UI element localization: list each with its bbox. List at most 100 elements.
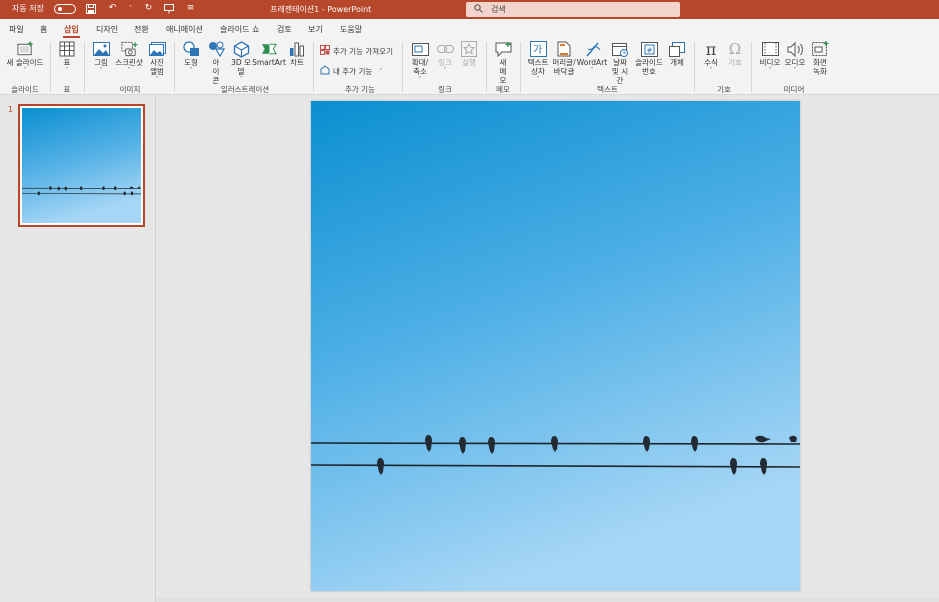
object-label: 개체 — [670, 58, 684, 67]
dropdown-caret-icon: ˅ — [379, 67, 383, 75]
object-button[interactable]: 개체 — [666, 41, 688, 67]
pi-icon: π — [705, 39, 717, 59]
redo-icon[interactable]: ↻ — [143, 3, 154, 14]
tab-animations[interactable]: 애니메이션 — [166, 24, 203, 35]
autosave-toggle[interactable] — [53, 3, 76, 14]
dropdown-caret-icon: ˅ — [155, 76, 159, 83]
dropdown-caret-icon[interactable]: ˅ — [128, 3, 133, 14]
dropdown-caret-icon: ˅ — [99, 67, 103, 74]
shapes-button[interactable]: 도형 ˅ — [180, 41, 202, 74]
store-icon — [320, 45, 330, 57]
textbox-icon: 가 — [529, 41, 547, 57]
new-slide-button[interactable]: 새 슬라이드 ˅ — [5, 41, 45, 74]
undo-icon[interactable]: ↶ — [107, 3, 118, 14]
symbol-button[interactable]: Ω 기호 — [725, 41, 745, 67]
svg-text:가: 가 — [533, 44, 542, 56]
group-divider — [402, 42, 403, 92]
video-label: 비디오 — [759, 58, 781, 67]
3d-models-button[interactable]: 3D 모델 ˅ — [229, 40, 253, 83]
zoom-label: 확대/축소 — [411, 58, 429, 76]
screen-recording-button[interactable]: 화면 녹화 — [809, 41, 831, 76]
date-time-button[interactable]: 날짜 및 시간 — [607, 41, 633, 85]
new-comment-label: 새 메모 — [499, 58, 507, 85]
title-bar: 자동 저장 ↶ ˅ ↻ ≡ 프레젠테이션1 - PowerPoint 검색 — [0, 0, 939, 19]
save-icon[interactable] — [86, 3, 97, 14]
dropdown-caret-icon: ˅ — [23, 67, 27, 74]
slide-thumbnail-pane: 1 — [0, 96, 156, 602]
tab-help[interactable]: 도움말 — [340, 24, 362, 35]
new-slide-icon — [16, 41, 34, 57]
group-label-images: 이미지 — [119, 85, 141, 94]
photo-album-button[interactable]: 사진 앨범 ˅ — [145, 41, 169, 83]
icons-button[interactable]: 아이콘 — [205, 41, 227, 85]
present-icon[interactable] — [164, 3, 175, 14]
shapes-label: 도형 — [184, 58, 198, 67]
symbol-label: 기호 — [728, 58, 742, 67]
group-label-text: 텍스트 — [597, 85, 618, 94]
tab-insert[interactable]: 삽입 — [63, 24, 80, 38]
shapes-icon — [182, 41, 200, 57]
chart-label: 차트 — [290, 58, 304, 67]
screenshot-button[interactable]: 스크린샷 ˅ — [114, 41, 144, 74]
get-addins-label: 추가 기능 가져오기 — [333, 46, 393, 56]
dropdown-caret-icon: ˅ — [536, 76, 540, 83]
header-footer-button[interactable]: 머리글/바닥글 — [551, 41, 577, 76]
tab-home[interactable]: 홈 — [40, 24, 47, 35]
group-label-media: 미디어 — [783, 85, 805, 94]
dropdown-caret-icon: ˅ — [239, 76, 243, 83]
photo-album-icon — [148, 41, 166, 57]
dropdown-caret-icon: ˅ — [127, 67, 131, 74]
dropdown-caret-icon: ˅ — [418, 76, 422, 83]
slide-number-button[interactable]: # 슬라이드 번호 — [634, 41, 664, 76]
slide-image[interactable] — [311, 101, 800, 591]
get-addins-button[interactable]: 추가 기능 가져오기 — [320, 45, 393, 57]
ribbon: 새 슬라이드 ˅ 슬라이드 표 ˅ 표 그림 ˅ 스크린샷 ˅ 사진 앨범 ˅ … — [0, 39, 939, 95]
calendar-icon — [611, 41, 629, 57]
audio-button[interactable]: 오디오 ˅ — [783, 41, 807, 74]
zoom-icon — [411, 41, 429, 57]
tab-design[interactable]: 디자인 — [96, 24, 118, 35]
object-icon — [669, 41, 686, 57]
new-comment-button[interactable]: 새 메모 — [492, 41, 514, 85]
action-label: 실행 — [462, 58, 476, 67]
tab-slideshow[interactable]: 슬라이드 쇼 — [220, 24, 259, 35]
tab-review[interactable]: 검토 — [277, 24, 292, 35]
tab-transitions[interactable]: 전환 — [134, 24, 149, 35]
smartart-button[interactable]: SmartArt — [252, 41, 286, 67]
video-button[interactable]: 비디오 ˅ — [758, 41, 782, 74]
pictures-button[interactable]: 그림 ˅ — [89, 41, 113, 74]
link-label: 링크 — [438, 58, 452, 67]
table-button[interactable]: 표 ˅ — [56, 41, 78, 74]
zoom-button[interactable]: 확대/축소 ˅ — [407, 41, 433, 83]
search-icon — [474, 4, 483, 15]
horizontal-scrollbar[interactable] — [156, 598, 939, 602]
textbox-button[interactable]: 가 텍스트 상자 ˅ — [525, 41, 551, 83]
dropdown-caret-icon: ˅ — [65, 67, 69, 74]
my-addins-label: 내 추가 기능 — [333, 66, 373, 76]
slide-thumbnail[interactable] — [18, 104, 145, 227]
tab-file[interactable]: 파일 — [9, 24, 24, 35]
group-divider — [50, 42, 51, 92]
group-divider — [84, 42, 85, 92]
link-button[interactable]: 링크 ˅ — [434, 41, 456, 74]
group-label-links: 링크 — [438, 85, 452, 94]
slide-number: 1 — [8, 105, 14, 114]
action-button[interactable]: 실행 — [458, 41, 480, 67]
group-label-comments: 메모 — [496, 85, 510, 94]
equation-button[interactable]: π 수식 ˅ — [701, 41, 721, 74]
screen-recording-icon — [811, 41, 829, 57]
video-icon — [761, 41, 779, 57]
smartart-label: SmartArt — [252, 58, 286, 67]
icons-icon — [208, 41, 225, 57]
omega-icon: Ω — [728, 39, 742, 58]
wordart-button[interactable]: WordArt ˅ — [577, 41, 607, 74]
customize-icon[interactable]: ≡ — [185, 3, 196, 14]
my-addins-button[interactable]: 내 추가 기능 ˅ — [320, 65, 382, 77]
group-divider — [174, 42, 175, 92]
search-placeholder: 검색 — [491, 5, 506, 14]
tab-view[interactable]: 보기 — [308, 24, 323, 35]
group-label-addins: 추가 기능 — [345, 85, 375, 94]
chart-button[interactable]: 차트 — [287, 41, 307, 67]
search-box[interactable]: 검색 — [466, 2, 680, 17]
group-label-tables: 표 — [63, 85, 71, 94]
